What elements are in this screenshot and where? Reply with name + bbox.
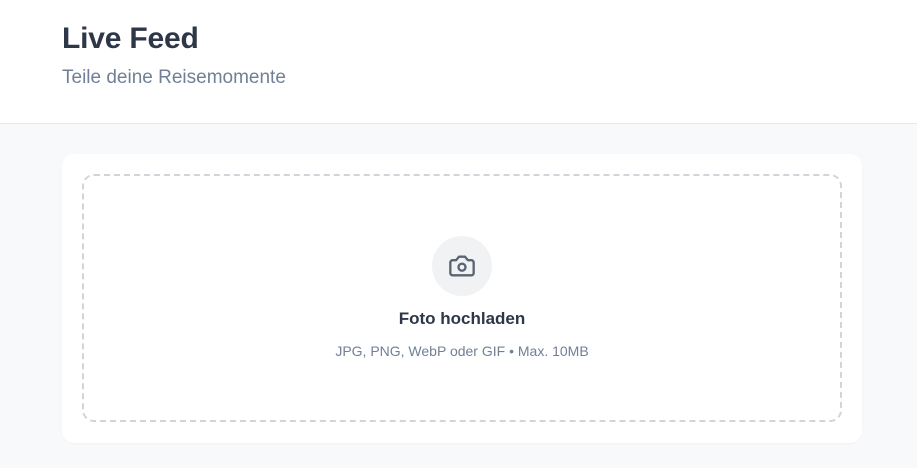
upload-card: Foto hochladen JPG, PNG, WebP oder GIF •… (62, 154, 862, 443)
camera-icon (449, 255, 475, 277)
upload-hint: JPG, PNG, WebP oder GIF • Max. 10MB (335, 343, 589, 359)
upload-title: Foto hochladen (398, 309, 526, 328)
main-content: Foto hochladen JPG, PNG, WebP oder GIF •… (0, 124, 917, 468)
photo-upload-dropzone[interactable]: Foto hochladen JPG, PNG, WebP oder GIF •… (82, 174, 842, 422)
page-title: Live Feed (62, 22, 199, 55)
camera-icon-container (432, 236, 492, 296)
page-subtitle: Teile deine Reisemomente (62, 67, 286, 88)
page-header: Live Feed Teile deine Reisemomente (0, 0, 917, 124)
